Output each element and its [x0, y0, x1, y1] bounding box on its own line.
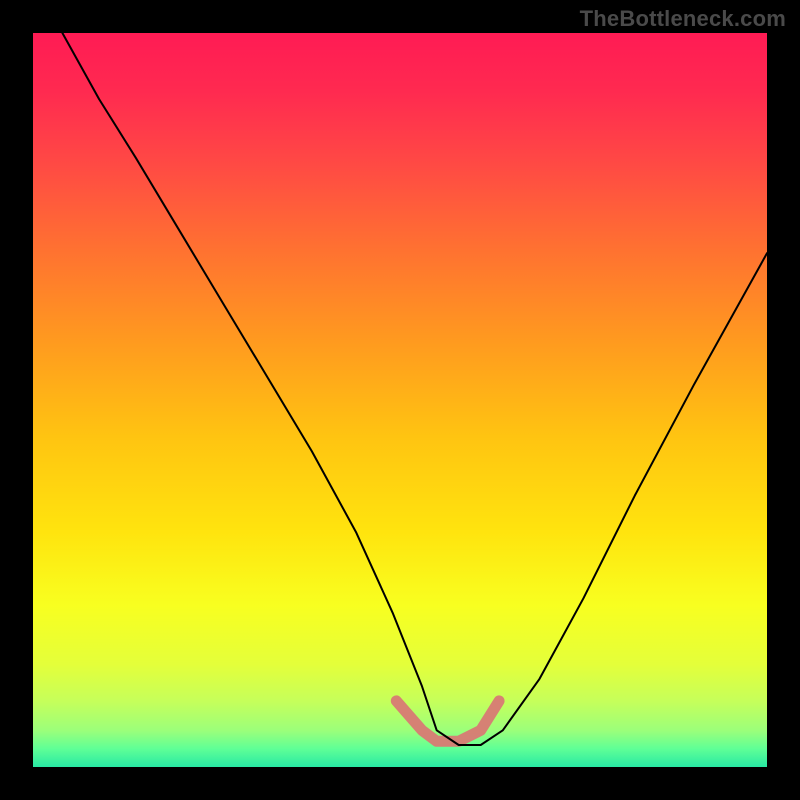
gradient-background: [33, 33, 767, 767]
chart-frame: TheBottleneck.com: [0, 0, 800, 800]
watermark-text: TheBottleneck.com: [580, 6, 786, 32]
plot-area: [33, 33, 767, 767]
plot-svg: [33, 33, 767, 767]
